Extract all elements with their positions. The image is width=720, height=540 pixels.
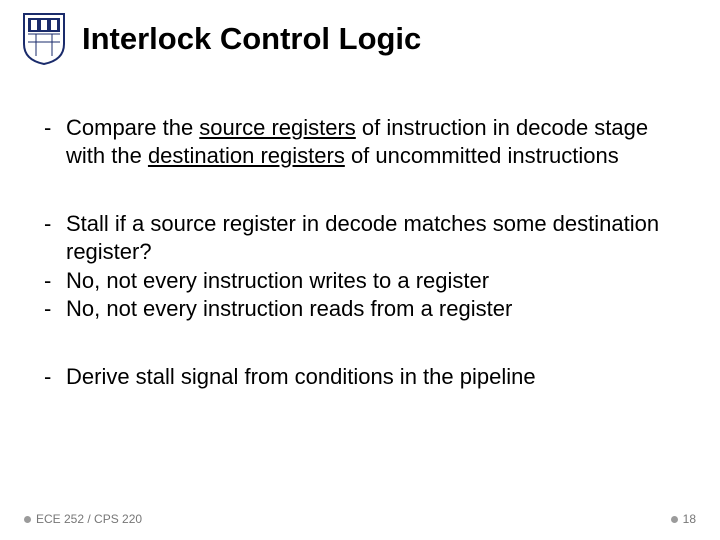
bullet-group-3: - Derive stall signal from conditions in… [42,363,678,391]
dash-icon: - [42,210,66,238]
dash-icon: - [42,363,66,391]
bullet-text: Stall if a source register in decode mat… [66,210,678,266]
bullet-group-2: - Stall if a source register in decode m… [42,210,678,323]
bullet-text: Derive stall signal from conditions in t… [66,363,678,391]
bullet-item: - Stall if a source register in decode m… [42,210,678,266]
text-fragment: Compare the [66,115,199,140]
footer-course: ECE 252 / CPS 220 [24,512,142,526]
bullet-icon [671,516,678,523]
dash-icon: - [42,114,66,142]
bullet-item: - No, not every instruction writes to a … [42,267,678,295]
bullet-icon [24,516,31,523]
slide-title: Interlock Control Logic [82,21,421,57]
underline-text: source registers [199,115,356,140]
footer-page: 18 [671,512,696,526]
slide-header: Interlock Control Logic [0,0,720,66]
bullet-item: - Compare the source registers of instru… [42,114,678,170]
bullet-text: No, not every instruction writes to a re… [66,267,678,295]
slide-body: - Compare the source registers of instru… [0,66,720,391]
university-shield-icon [22,12,66,66]
bullet-item: - Derive stall signal from conditions in… [42,363,678,391]
dash-icon: - [42,295,66,323]
underline-text: destination registers [148,143,345,168]
text-fragment: of uncommitted instructions [345,143,619,168]
bullet-text: Compare the source registers of instruct… [66,114,678,170]
bullet-item: - No, not every instruction reads from a… [42,295,678,323]
dash-icon: - [42,267,66,295]
page-number: 18 [683,512,696,526]
slide-footer: ECE 252 / CPS 220 18 [0,512,720,526]
course-code: ECE 252 / CPS 220 [36,512,142,526]
bullet-group-1: - Compare the source registers of instru… [42,114,678,170]
bullet-text: No, not every instruction reads from a r… [66,295,678,323]
